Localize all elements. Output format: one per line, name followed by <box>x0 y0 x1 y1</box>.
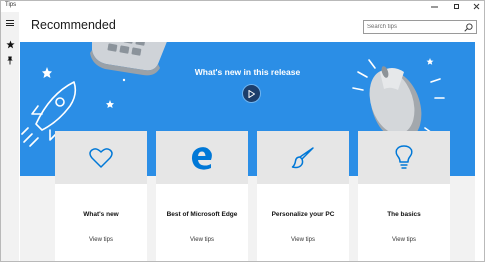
view-tips-link[interactable]: View tips <box>156 237 248 243</box>
view-tips-link[interactable]: View tips <box>257 237 349 243</box>
close-icon <box>473 3 479 10</box>
paintbrush-icon <box>291 146 314 168</box>
hamburger-menu-button[interactable] <box>1 15 19 31</box>
view-tips-link[interactable]: View tips <box>55 237 147 243</box>
search-input[interactable] <box>367 21 463 33</box>
play-icon <box>248 89 255 98</box>
card-image <box>55 131 147 184</box>
lightbulb-icon <box>395 144 413 169</box>
collections-nav-button[interactable] <box>1 52 19 68</box>
card-title: What's new <box>83 211 119 218</box>
close-button[interactable] <box>466 1 484 12</box>
title-bar: Tips <box>1 1 484 12</box>
navigation-rail <box>1 12 19 261</box>
minimize-button[interactable] <box>424 1 444 12</box>
minimize-icon <box>430 6 438 8</box>
recommended-nav-button[interactable] <box>1 36 19 52</box>
app-title: Tips <box>5 2 17 8</box>
maximize-button[interactable] <box>446 1 466 12</box>
hero-title: What's new in this release <box>194 67 301 77</box>
play-video-button[interactable] <box>242 84 261 103</box>
view-tips-link[interactable]: View tips <box>358 237 450 243</box>
card-title: Best of Microsoft Edge <box>166 211 238 218</box>
page-title: Recommended <box>31 18 116 32</box>
edge-logo-icon <box>191 146 212 170</box>
tip-card-microsoft-edge[interactable]: Best of Microsoft Edge View tips <box>156 131 248 261</box>
card-title: Personalize your PC <box>271 211 335 218</box>
star-icon <box>5 39 15 48</box>
card-image <box>156 131 248 184</box>
card-title: The basics <box>387 211 421 218</box>
tip-card-whats-new[interactable]: What's new View tips <box>55 131 147 261</box>
card-image <box>257 131 349 184</box>
hamburger-icon <box>6 20 14 26</box>
tip-card-personalize[interactable]: Personalize your PC View tips <box>257 131 349 261</box>
search-box[interactable] <box>363 20 477 34</box>
pin-icon <box>7 55 13 65</box>
search-icon[interactable] <box>464 23 473 32</box>
tip-card-the-basics[interactable]: The basics View tips <box>358 131 450 261</box>
heart-icon <box>89 147 113 168</box>
card-image <box>358 131 450 184</box>
maximize-icon <box>453 4 459 9</box>
tips-app-window: Tips Recommended Search tips What's new … <box>0 0 485 262</box>
